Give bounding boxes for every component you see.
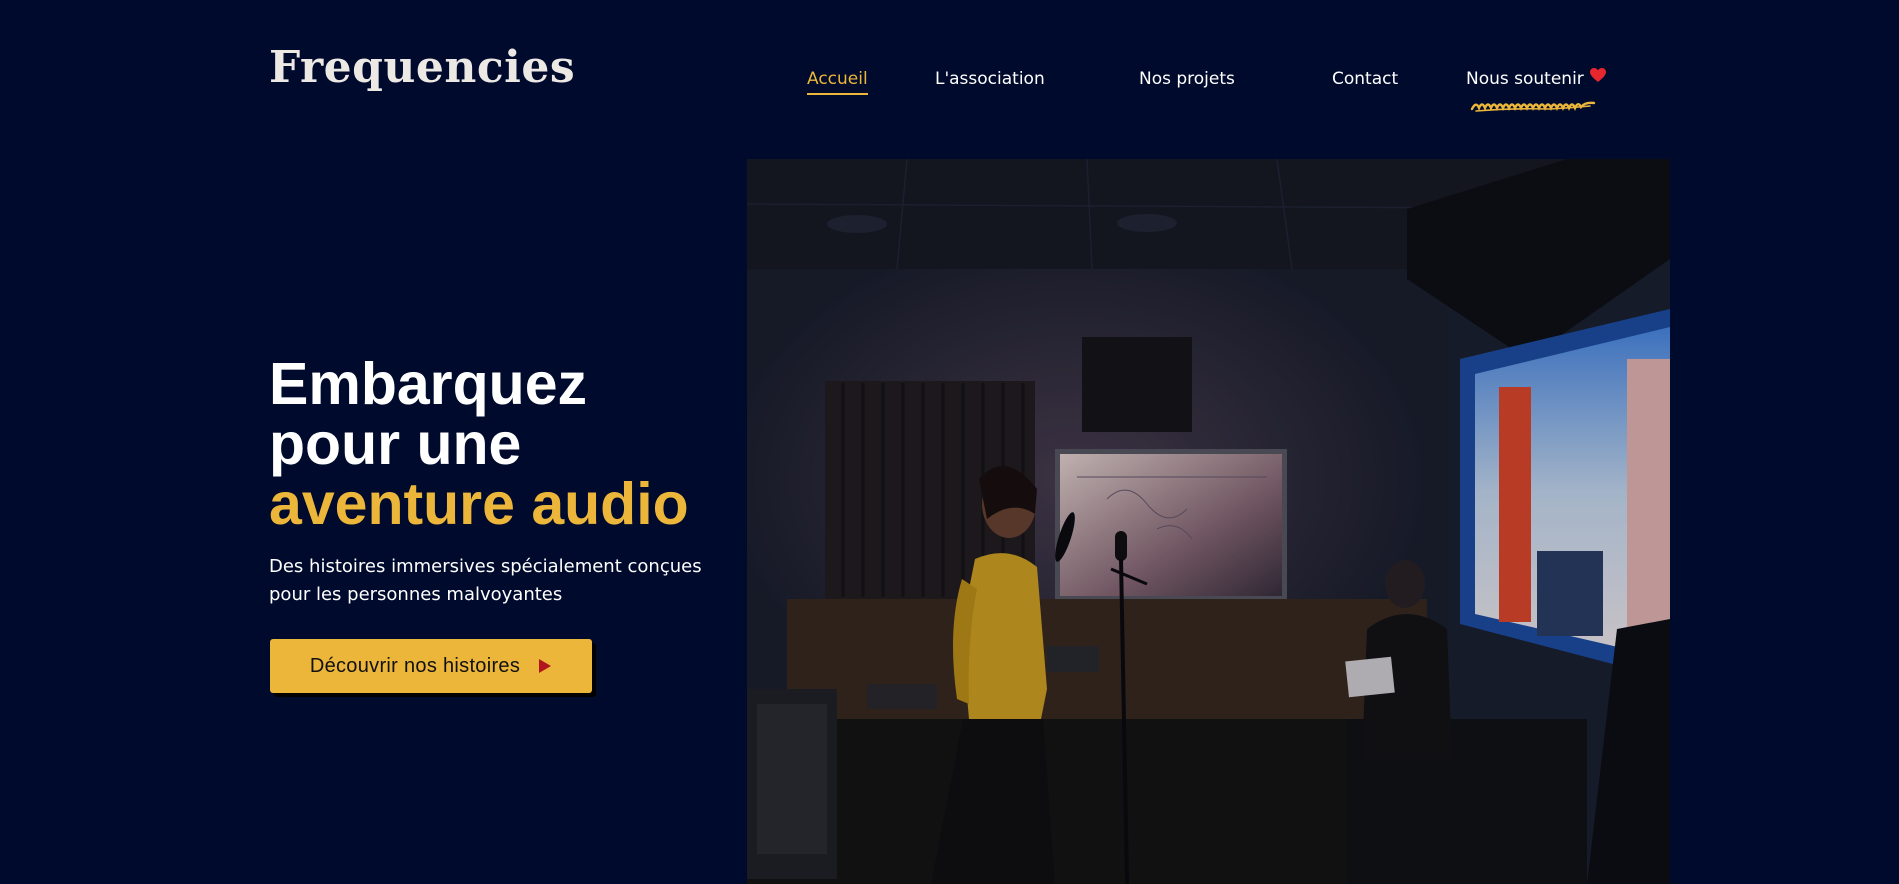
nav-item-contact[interactable]: Contact <box>1332 68 1398 90</box>
main-nav: Accueil L'association Nos projets Contac… <box>0 0 1899 120</box>
play-arrow-icon <box>539 659 552 673</box>
hero-photo-recording-studio <box>747 159 1670 884</box>
nav-item-association[interactable]: L'association <box>935 68 1045 90</box>
heart-icon <box>1589 67 1607 89</box>
hero-title-line2: pour une <box>269 411 522 477</box>
hero-title-line1: Embarquez <box>269 351 588 417</box>
scribble-underline <box>1470 101 1596 112</box>
nav-item-home[interactable]: Accueil <box>807 68 868 95</box>
nav-item-projects[interactable]: Nos projets <box>1139 68 1235 90</box>
nav-item-support-label: Nous soutenir <box>1466 69 1584 89</box>
hero-subtitle-line2: pour les personnes malvoyantes <box>269 584 563 605</box>
discover-stories-label: Découvrir nos histoires <box>309 654 521 677</box>
discover-stories-button[interactable]: Découvrir nos histoires <box>270 639 592 693</box>
hero-title-line3: aventure audio <box>269 471 689 537</box>
hero-subtitle: Des histoires immersives spécialement co… <box>269 553 719 609</box>
hero-title: Embarquez pour une aventure audio <box>269 354 729 534</box>
hero-subtitle-line1: Des histoires immersives spécialement co… <box>269 556 702 577</box>
nav-item-support[interactable]: Nous soutenir <box>1466 67 1607 90</box>
